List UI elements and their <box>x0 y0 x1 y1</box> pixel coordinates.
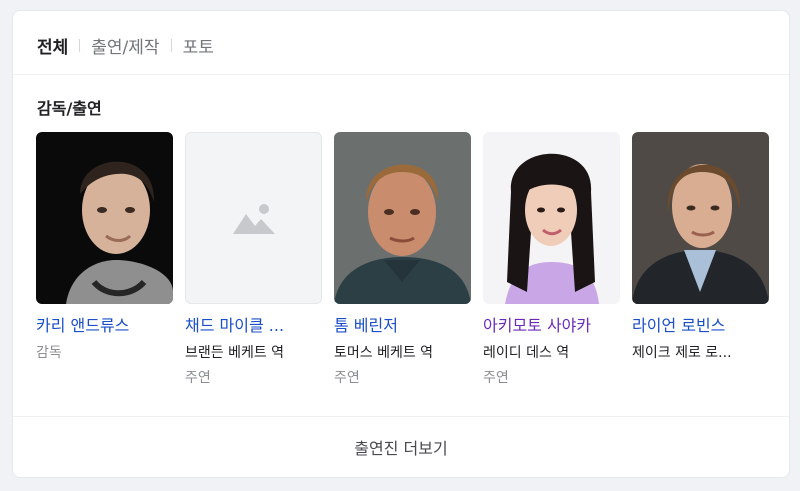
person-type: 주연 <box>185 370 211 386</box>
person-card: 톰 베린저 토머스 베케트 역 주연 <box>334 132 471 388</box>
person-role: 브랜든 베케트 역 <box>185 345 285 361</box>
person-photo[interactable] <box>334 132 471 304</box>
person-name[interactable]: 카리 앤드류스 <box>36 315 173 337</box>
person-role: 토머스 베케트 역 <box>334 345 434 361</box>
tab-cast-production[interactable]: 출연/제작 <box>91 33 159 58</box>
person-photo-placeholder[interactable] <box>185 132 322 304</box>
person-role: 레이디 데스 역 <box>483 345 570 361</box>
person-card: 채드 마이클 ... 브랜든 베케트 역 주연 <box>185 132 322 388</box>
filmography-card: 전체 출연/제작 포토 감독/출연 카리 앤드류스 감독 채드 마이클 ... … <box>12 10 790 478</box>
tab-separator <box>79 38 81 52</box>
person-name[interactable]: 라이언 로빈스 <box>632 315 769 337</box>
section-title: 감독/출연 <box>37 99 102 118</box>
person-type: 주연 <box>334 370 360 386</box>
tabs-divider <box>13 74 789 75</box>
person-card: 카리 앤드류스 감독 <box>36 132 173 363</box>
person-name[interactable]: 톰 베린저 <box>334 315 471 337</box>
tab-photo[interactable]: 포토 <box>183 33 214 58</box>
person-card: 라이언 로빈스 제이크 제로 로... <box>632 132 769 363</box>
person-role: 감독 <box>36 345 62 361</box>
person-name[interactable]: 아키모토 사야카 <box>483 315 620 337</box>
person-name[interactable]: 채드 마이클 ... <box>185 315 322 337</box>
image-placeholder-icon <box>232 204 275 234</box>
person-photo[interactable] <box>36 132 173 304</box>
person-card: 아키모토 사야카 레이디 데스 역 주연 <box>483 132 620 388</box>
person-type: 주연 <box>483 370 509 386</box>
person-photo[interactable] <box>483 132 620 304</box>
tab-bar: 전체 출연/제작 포토 <box>37 31 214 59</box>
person-role: 제이크 제로 로... <box>632 345 732 361</box>
tab-separator <box>170 38 172 52</box>
person-photo[interactable] <box>632 132 769 304</box>
tab-all[interactable]: 전체 <box>37 33 68 58</box>
more-cast-button[interactable]: 출연진 더보기 <box>13 416 789 478</box>
